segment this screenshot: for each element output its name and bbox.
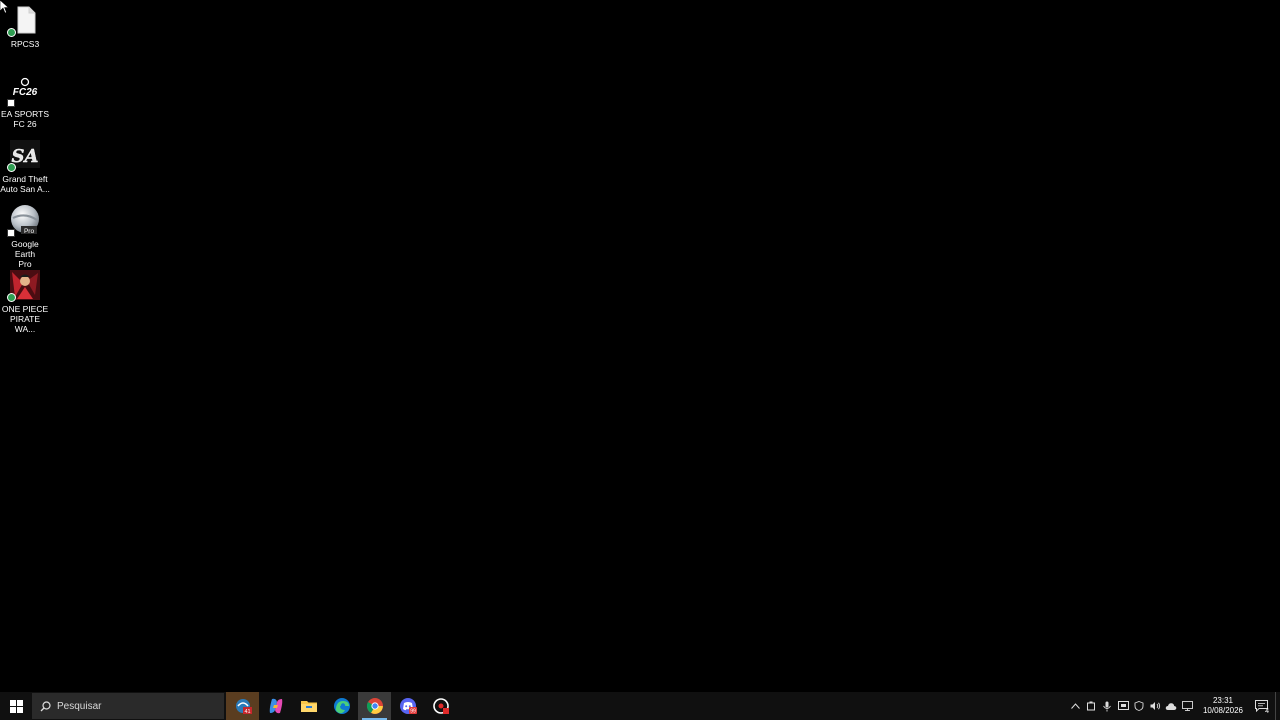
mouse-cursor-icon [0,0,10,14]
start-button[interactable] [0,692,32,720]
shield-icon [1134,701,1144,711]
cloud-icon [1165,702,1177,710]
tray-capture[interactable] [1115,692,1131,720]
search-icon [40,700,51,711]
taskbar-clock[interactable]: 23:31 10/08/2026 [1199,696,1247,716]
gta-sa-logo-text: SA [12,146,39,167]
clock-time: 23:31 [1212,696,1234,705]
tray-microphone[interactable] [1099,692,1115,720]
sync-check-icon [7,28,16,37]
edge-icon [333,698,350,714]
show-desktop-button[interactable] [1275,692,1280,720]
fc26-logo-text: FC26 [13,87,38,98]
file-icon [7,4,41,37]
copilot-icon [269,698,282,714]
tray-volume[interactable] [1147,692,1163,720]
desktop-icon-one-piece-pirate-warriors[interactable]: ONE PIECE PIRATE WA... [0,265,50,334]
notification-center-button[interactable]: 4 [1247,692,1275,720]
desktop-icon-label: EA SPORTS FC 26 [0,109,50,129]
notification-count: 4 [1265,708,1269,715]
app-orange-icon: 41 [235,699,252,715]
google-earth-icon: Pro [7,204,41,237]
taskbar-app-file-explorer[interactable] [292,692,325,720]
search-placeholder: Pesquisar [57,700,102,712]
tray-status[interactable] [1131,692,1147,720]
app-badge: 99 [410,709,416,715]
gta-sa-icon: SA [7,139,41,172]
screen-capture-icon [1117,701,1129,710]
taskbar-app-orange[interactable]: 41 [226,692,259,720]
taskbar-app-edge[interactable] [325,692,358,720]
discord-icon: 99 [399,698,417,715]
desktop-icon-gta-san-andreas[interactable]: SA Grand Theft Auto San A... [0,135,50,197]
shortcut-arrow-icon [7,229,15,237]
desktop[interactable]: RPCS3 FC26 EA SPORTS FC 26 SA Grand Thef… [0,0,1280,692]
chevron-up-icon [1070,703,1080,709]
taskbar-app-chrome[interactable] [358,692,391,720]
clock-date: 10/08/2026 [1202,706,1244,715]
fc26-icon: FC26 [7,74,41,107]
desktop-icon-label: RPCS3 [10,39,40,49]
shortcut-arrow-icon [7,99,15,107]
windows-logo-icon [9,699,23,713]
recorder-icon [432,698,449,714]
desktop-icon-ea-sports-fc26[interactable]: FC26 EA SPORTS FC 26 [0,70,50,132]
google-earth-pro-text: Pro [24,228,35,235]
system-tray: 23:31 10/08/2026 4 [1067,692,1280,720]
taskbar-search-box[interactable]: Pesquisar [32,693,224,719]
file-explorer-icon [300,701,317,712]
microphone-icon [1103,701,1111,711]
taskbar-app-discord[interactable]: 99 [391,692,424,720]
taskbar: Pesquisar 41 99 23:31 10/08/2026 4 [0,692,1280,720]
one-piece-icon [7,269,41,302]
tray-battery[interactable] [1083,692,1099,720]
tray-overflow-button[interactable] [1067,692,1083,720]
desktop-icon-label: Grand Theft Auto San A... [0,174,50,194]
network-icon [1181,701,1193,711]
taskbar-app-recorder[interactable] [424,692,457,720]
sync-check-icon [7,163,16,172]
app-badge: 41 [244,709,250,715]
taskbar-app-copilot[interactable] [259,692,292,720]
device-icon [1087,701,1095,711]
chrome-icon [366,698,383,714]
desktop-icon-label: ONE PIECE PIRATE WA... [1,304,49,334]
desktop-icon-google-earth-pro[interactable]: Pro Google Earth Pro [0,200,50,269]
sync-check-icon [7,293,16,302]
tray-onedrive[interactable] [1163,692,1179,720]
tray-network[interactable] [1179,692,1195,720]
taskbar-pinned-apps: 41 99 [226,692,457,720]
volume-icon [1150,702,1160,710]
